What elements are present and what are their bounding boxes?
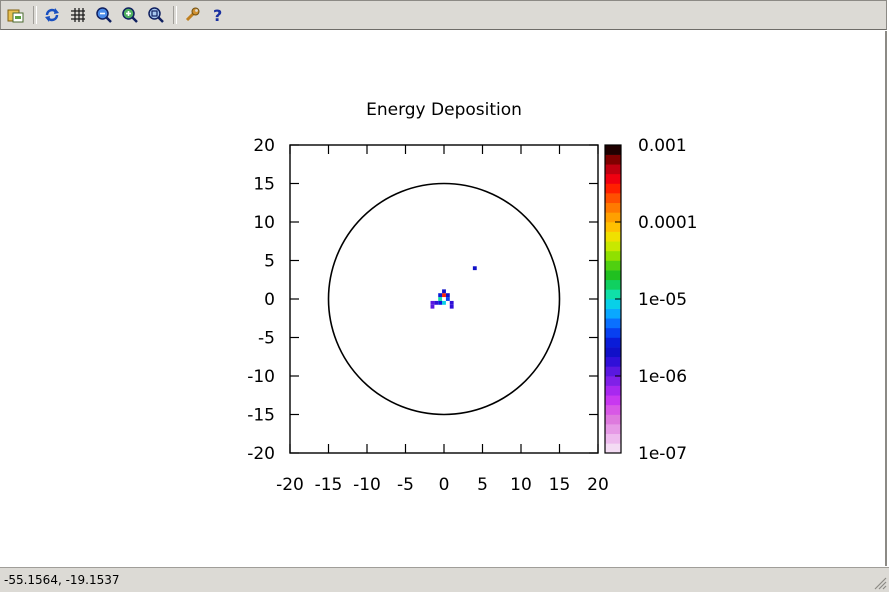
- heatmap-cells: [430, 266, 477, 309]
- x-tick-label: -5: [397, 475, 414, 495]
- x-tick-label: 15: [549, 475, 571, 495]
- colorbar-swatch: [605, 404, 621, 415]
- boundary-circle: [327, 182, 561, 416]
- x-tick-label: -10: [353, 475, 381, 495]
- grid-icon[interactable]: [67, 4, 89, 26]
- heatmap-cell: [445, 293, 450, 298]
- y-tick-label: -15: [247, 406, 275, 426]
- colorbar-swatch: [605, 260, 621, 271]
- colorbar-swatch: [605, 376, 621, 386]
- x-tick-label: -20: [276, 475, 304, 495]
- y-tick-label: -20: [247, 444, 275, 464]
- colorbar-tick-label: 1e-06: [638, 367, 687, 387]
- colorbar-swatch: [605, 154, 621, 165]
- x-axis: -20 -15 -10 -5 0 5 10 15 20: [276, 145, 609, 495]
- zoom-in-icon[interactable]: [93, 4, 115, 26]
- heatmap-cell: [442, 300, 446, 305]
- heatmap-cell: [472, 266, 477, 271]
- x-tick-label: -15: [315, 475, 343, 495]
- x-tick-label: 0: [439, 475, 450, 495]
- colorbar-swatch: [605, 318, 621, 329]
- colorbar-swatch: [605, 183, 621, 194]
- colorbar-swatch: [605, 270, 621, 281]
- y-tick-label: 10: [253, 213, 275, 233]
- colorbar-swatch: [605, 356, 621, 367]
- y-tick-label: -10: [247, 367, 275, 387]
- toolbar-separator: [173, 6, 177, 24]
- cursor-coordinates: -55.1564, -19.1537: [4, 573, 120, 587]
- heatmap-cell: [430, 300, 435, 305]
- colorbar-swatch: [605, 395, 621, 406]
- heatmap-cell: [442, 289, 446, 294]
- toolbar: ?: [0, 0, 887, 30]
- colorbar-swatch: [605, 173, 621, 184]
- status-bar: -55.1564, -19.1537: [0, 567, 889, 592]
- x-tick-label: 20: [587, 475, 609, 495]
- zoom-out-icon[interactable]: [119, 4, 141, 26]
- colorbar-swatch: [605, 347, 621, 358]
- colorbar-swatch: [605, 250, 621, 261]
- help-icon[interactable]: ?: [207, 4, 229, 26]
- colorbar-swatch: [605, 308, 621, 319]
- colorbar-tick-label: 0.001: [638, 136, 687, 156]
- plot-area[interactable]: Energy Deposition -20 -15 -10 -5 0 5 10 15 20 20…: [0, 31, 887, 566]
- colorbar-tick-label: 1e-07: [638, 444, 687, 464]
- colorbar-swatch: [605, 337, 621, 348]
- colorbar-swatch: [605, 164, 621, 175]
- plot-frame: [289, 144, 599, 454]
- colorbar-swatch: [605, 279, 621, 290]
- colorbar-tick-label: 0.0001: [638, 213, 697, 233]
- y-tick-label: 15: [253, 175, 275, 195]
- colorbar-swatch: [605, 366, 621, 377]
- heatmap-cell: [449, 304, 454, 309]
- toolbar-separator: [33, 6, 37, 24]
- colorbar-swatch: [605, 202, 621, 213]
- y-tick-label: 5: [264, 252, 275, 272]
- colorbar-swatch: [605, 433, 621, 444]
- colorbar-swatch: [605, 385, 621, 396]
- colorbar-swatch: [605, 231, 621, 242]
- colorbar-swatch: [605, 193, 621, 204]
- heatmap-cell: [434, 300, 439, 305]
- wrench-icon[interactable]: [181, 4, 203, 26]
- colorbar-swatch: [605, 424, 621, 435]
- colorbar-swatch: [605, 289, 621, 300]
- colorbar-swatch: [605, 145, 621, 155]
- resize-grip-icon[interactable]: [873, 576, 887, 590]
- x-tick-label: 10: [510, 475, 532, 495]
- colorbar-swatch: [605, 222, 621, 232]
- colorbar-swatch: [605, 443, 621, 454]
- y-tick-label: -5: [258, 329, 275, 349]
- y-tick-label: 20: [253, 136, 275, 156]
- svg-text:?: ?: [213, 6, 222, 24]
- colorbar-swatch: [605, 299, 621, 309]
- open-folder-icon[interactable]: [5, 4, 27, 26]
- colorbar-tick-label: 1e-05: [638, 290, 687, 310]
- heatmap-cell: [449, 300, 454, 305]
- zoom-fit-icon[interactable]: [145, 4, 167, 26]
- heatmap-cell: [438, 297, 443, 301]
- boundary-circle-layer: [327, 182, 561, 416]
- colorbar-swatch: [605, 241, 621, 252]
- colorbar: 0.001 0.0001 1e-05 1e-06 1e-07: [604, 136, 697, 464]
- refresh-icon[interactable]: [41, 4, 63, 26]
- heatmap-cell: [438, 293, 443, 298]
- heatmap-cell: [442, 293, 446, 298]
- energy-deposition-chart: Energy Deposition -20 -15 -10 -5 0 5 10 15 20 20…: [247, 100, 697, 495]
- heatmap-cell: [438, 300, 443, 305]
- heatmap-cell: [445, 297, 450, 301]
- colorbar-swatch: [605, 414, 621, 425]
- colorbar-swatch: [605, 212, 621, 223]
- heatmap-cell: [430, 304, 435, 309]
- y-tick-label: 0: [264, 290, 275, 310]
- x-tick-label: 5: [477, 475, 488, 495]
- colorbar-swatch: [605, 327, 621, 338]
- chart-title: Energy Deposition: [366, 100, 522, 120]
- plot-border: [289, 144, 599, 454]
